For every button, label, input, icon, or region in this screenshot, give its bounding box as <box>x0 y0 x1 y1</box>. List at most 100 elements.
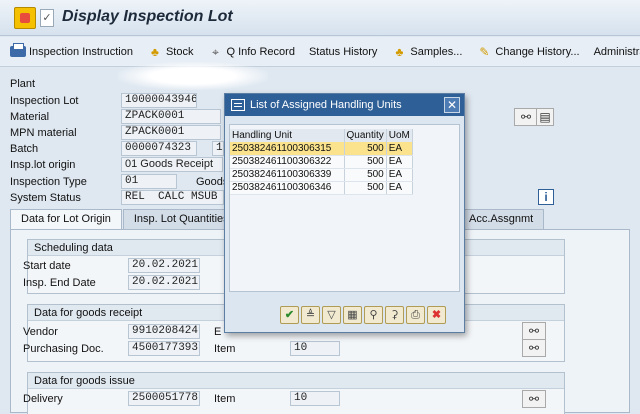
print-icon[interactable]: ⎙ <box>406 306 425 324</box>
button-label: Change History... <box>495 45 580 58</box>
administrative-data-button[interactable]: Administrative Data.. <box>587 46 640 58</box>
table-row[interactable]: 250382461100306346 500 EA <box>230 181 413 195</box>
handling-units-dialog: List of Assigned Handling Units ✕ Handli… <box>224 93 465 333</box>
delivery-field[interactable]: 2500051778 <box>128 391 200 406</box>
filter-icon[interactable]: ▽ <box>322 306 341 324</box>
stock-icon: ♣ <box>395 44 404 59</box>
sort-ascending-icon[interactable]: ≜ <box>301 306 320 324</box>
ok-icon[interactable]: ✔ <box>280 306 299 324</box>
cancel-icon[interactable]: ✖ <box>427 306 446 324</box>
button-label: Administrative Data.. <box>593 45 640 58</box>
handling-unit-cell: 250382461100306322 <box>230 155 345 169</box>
application-toolbar: Inspection Instruction ♣ Stock ⌖ Q Info … <box>0 37 640 67</box>
list-icon <box>231 99 245 111</box>
handling-unit-cell: 250382461100306346 <box>230 181 345 195</box>
group-title: Data for goods issue <box>28 373 564 389</box>
quantity-cell: 500 <box>344 142 387 156</box>
delivery-label: Delivery <box>23 393 63 405</box>
material-label: Material <box>10 111 50 123</box>
insp-end-date-label: Insp. End Date <box>23 277 96 289</box>
dialog-toolbar: ✔ ≜ ▽ ▦ ⚲ ⚳ ⎙ ✖ <box>280 306 448 324</box>
batch-label: Batch <box>10 143 39 155</box>
find-next-icon[interactable]: ⚳ <box>385 306 404 324</box>
button-label: Stock <box>165 45 194 58</box>
button-label: Samples... <box>410 45 463 58</box>
title-bar: ✓ Display Inspection Lot <box>0 0 640 36</box>
batch-field[interactable]: 0000074323 <box>121 141 197 156</box>
mpn-material-field[interactable]: ZPACK0001 <box>121 125 221 140</box>
close-icon[interactable]: ✕ <box>444 97 460 113</box>
handling-unit-cell: 250382461100306315 <box>230 142 345 156</box>
detail-icon[interactable]: ▤ <box>536 108 554 126</box>
start-date-field[interactable]: 20.02.2021 <box>128 258 200 273</box>
item-label: Item <box>214 393 236 405</box>
system-status-label: System Status <box>10 192 81 204</box>
quantity-cell: 500 <box>344 155 387 169</box>
tab-strip: Data for Lot Origin Insp. Lot Quantities <box>10 209 241 229</box>
uom-cell: EA <box>386 168 413 182</box>
goggles-icon: ⌖ <box>212 44 219 59</box>
plant-label: Plant <box>10 78 36 90</box>
button-label: Inspection Instruction <box>29 45 133 58</box>
quantity-cell: 500 <box>344 181 387 195</box>
column-header-uom[interactable]: UoM <box>386 129 413 142</box>
tab-acc-assgnmt[interactable]: Acc.Assgnmt <box>458 209 545 229</box>
uom-cell: EA <box>386 181 413 195</box>
q-info-record-button[interactable]: ⌖ Q Info Record <box>200 45 301 59</box>
system-status-field[interactable]: REL CALC MSUB <box>121 190 224 205</box>
vendor-field[interactable]: 9910208424 <box>128 324 200 339</box>
inspection-type-field[interactable]: 01 <box>121 174 177 189</box>
inspection-type-label: Inspection Type <box>10 176 87 188</box>
button-label: Q Info Record <box>226 45 295 58</box>
uom-cell: EA <box>386 155 413 169</box>
button-label: Status History <box>308 45 378 58</box>
stock-icon: ♣ <box>151 44 159 59</box>
handling-units-table: Handling Unit Quantity UoM 2503824611003… <box>230 129 413 195</box>
dialog-titlebar: List of Assigned Handling Units ✕ <box>225 94 464 116</box>
change-history-button[interactable]: ✎ Change History... <box>469 45 586 59</box>
purchasing-doc-field[interactable]: 4500177393 <box>128 341 200 356</box>
handling-unit-cell: 250382461100306339 <box>230 168 345 182</box>
samples-button[interactable]: ♣ Samples... <box>384 45 469 59</box>
delivery-item-field[interactable]: 10 <box>290 391 340 406</box>
tab-data-for-lot-origin[interactable]: Data for Lot Origin <box>10 209 122 229</box>
insp-lot-origin-label: Insp.lot origin <box>10 159 76 171</box>
change-icon: ✎ <box>479 44 490 59</box>
display-icon[interactable]: ⚯ <box>522 339 546 357</box>
material-field[interactable]: ZPACK0001 <box>121 109 221 124</box>
sap-logo-icon <box>14 7 36 29</box>
table-row[interactable]: 250382461100306339 500 EA <box>230 168 413 182</box>
display-icon[interactable]: ⚯ <box>522 390 546 408</box>
batch-extra-field[interactable]: 10 <box>212 141 224 156</box>
info-icon[interactable]: i <box>538 189 554 205</box>
insp-end-date-field[interactable]: 20.02.2021 <box>128 275 200 290</box>
vendor-label: Vendor <box>23 326 58 338</box>
dialog-title: List of Assigned Handling Units <box>250 99 402 111</box>
start-date-label: Start date <box>23 260 71 272</box>
find-icon[interactable]: ⚲ <box>364 306 383 324</box>
po-item-field[interactable]: 10 <box>290 341 340 356</box>
menu-icon[interactable]: ✓ <box>40 9 54 27</box>
tab-insp-lot-quantities[interactable]: Insp. Lot Quantities <box>122 209 240 229</box>
insp-lot-origin-field[interactable]: 01 Goods Receipt <box>121 157 223 172</box>
column-header-handling-unit[interactable]: Handling Unit <box>230 129 345 142</box>
inspection-instruction-button[interactable]: Inspection Instruction <box>0 43 140 58</box>
status-history-button[interactable]: Status History <box>302 46 384 58</box>
stock-button[interactable]: ♣ Stock <box>140 45 201 59</box>
table-row[interactable]: 250382461100306315 500 EA <box>230 142 413 156</box>
inspection-lot-field[interactable]: 10000043946 <box>121 93 197 108</box>
quantity-cell: 500 <box>344 168 387 182</box>
handling-units-list: Handling Unit Quantity UoM 2503824611003… <box>229 124 460 292</box>
display-icon[interactable]: ⚯ <box>522 322 546 340</box>
purchasing-doc-label: Purchasing Doc. <box>23 343 104 355</box>
table-row[interactable]: 250382461100306322 500 EA <box>230 155 413 169</box>
column-header-quantity[interactable]: Quantity <box>344 129 387 142</box>
printer-icon <box>10 43 26 57</box>
mpn-material-label: MPN material <box>10 127 77 139</box>
uom-cell: EA <box>386 142 413 156</box>
page-title: Display Inspection Lot <box>62 8 233 25</box>
display-icon[interactable]: ⚯ <box>514 108 538 126</box>
layout-icon[interactable]: ▦ <box>343 306 362 324</box>
item-label: Item <box>214 343 236 355</box>
inspection-lot-label: Inspection Lot <box>10 95 79 107</box>
